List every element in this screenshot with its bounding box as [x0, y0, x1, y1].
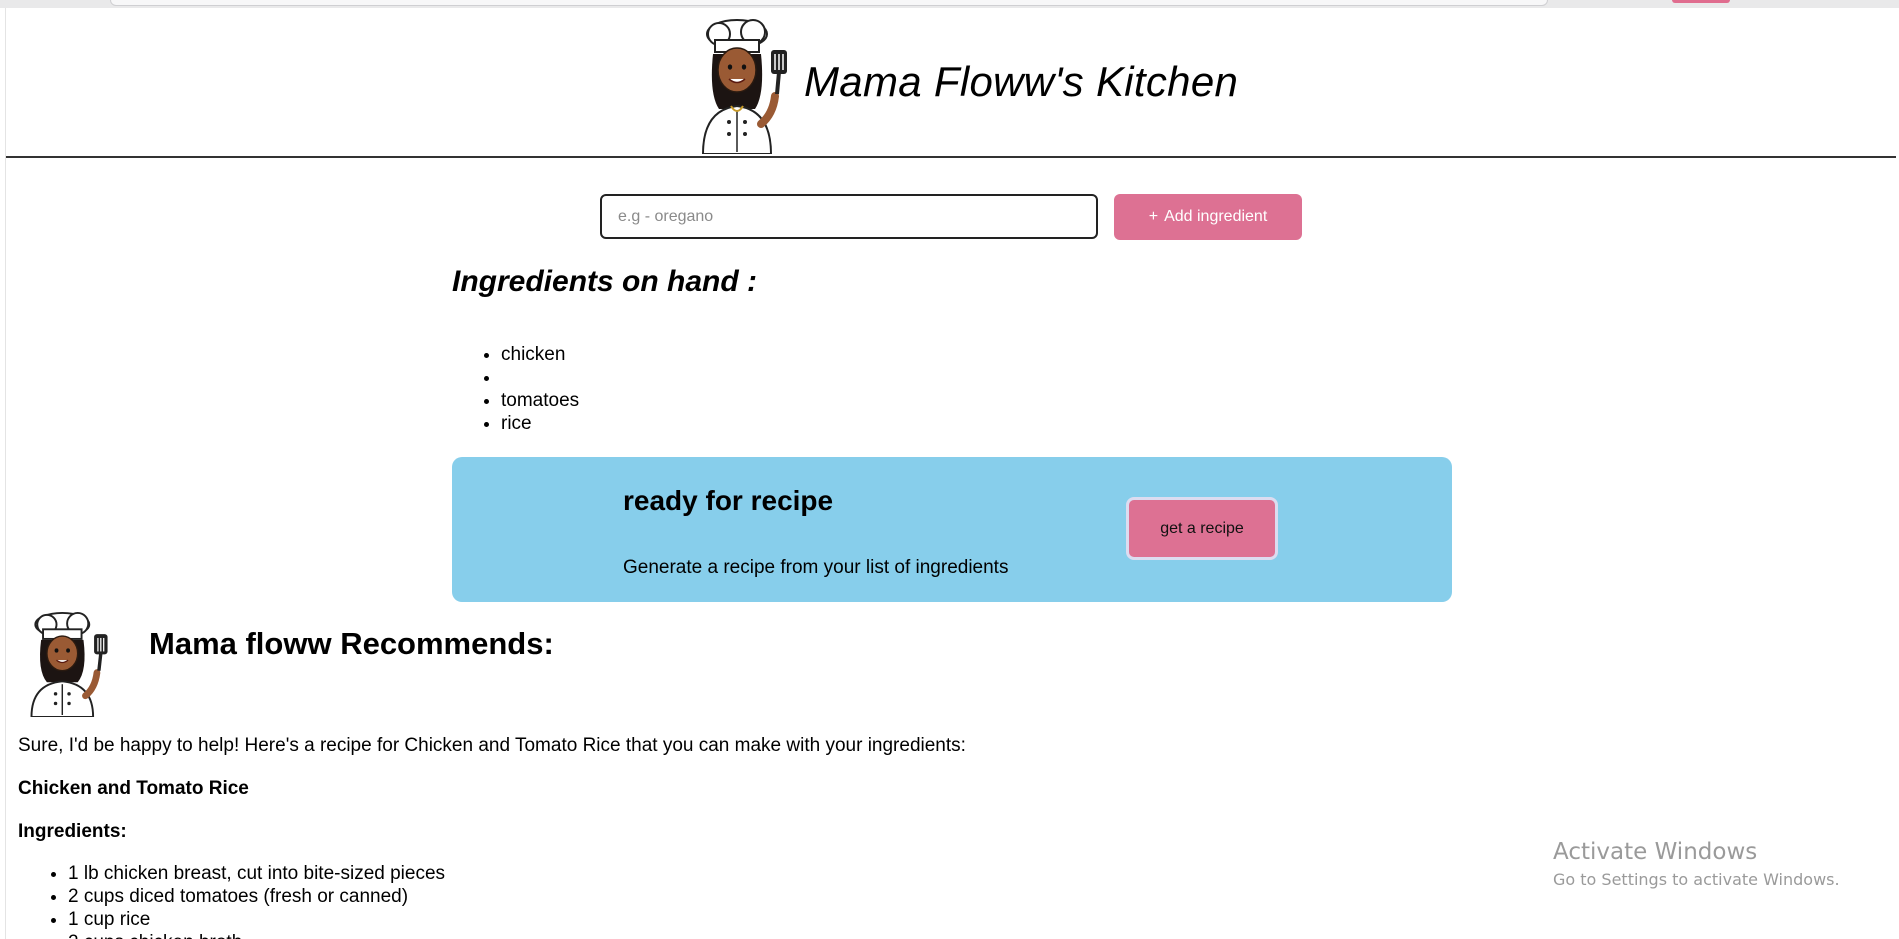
recipe-ingredient-list: 1 lb chicken breast, cut into bite-sized… — [18, 862, 445, 939]
chef-mascot-icon — [30, 611, 108, 717]
site-header: Mama Floww's Kitchen — [6, 8, 1896, 158]
ingredient-input[interactable] — [600, 194, 1098, 239]
watermark-subtitle: Go to Settings to activate Windows. — [1553, 870, 1840, 889]
page: Mama Floww's Kitchen + Add ingredient In… — [5, 8, 1899, 939]
recommendation-heading: Mama floww Recommends: — [149, 626, 554, 661]
recipe-card-heading: ready for recipe — [623, 485, 834, 516]
recipe-ingredient-item: 1 cup rice — [68, 908, 445, 931]
add-ingredient-label: Add ingredient — [1164, 208, 1268, 225]
ingredients-heading: Ingredients on hand : — [452, 265, 757, 298]
recipe-title: Chicken and Tomato Rice — [18, 778, 249, 799]
add-ingredient-button[interactable]: + Add ingredient — [1114, 194, 1302, 240]
recipe-ingredient-item: 2 cups chicken broth — [68, 931, 445, 939]
recipe-card-description: Generate a recipe from your list of ingr… — [623, 557, 1009, 578]
ingredient-item: chicken — [501, 343, 579, 366]
activate-windows-watermark: Activate Windows Go to Settings to activ… — [1553, 838, 1840, 892]
plus-icon: + — [1148, 208, 1159, 225]
get-recipe-card: ready for recipe Generate a recipe from … — [452, 457, 1452, 602]
recipe-ingredient-item: 1 lb chicken breast, cut into bite-sized… — [68, 862, 445, 885]
watermark-title: Activate Windows — [1553, 839, 1758, 865]
browser-toolbar-edge — [0, 0, 1899, 8]
recipe-ingredient-item: 2 cups diced tomatoes (fresh or canned) — [68, 885, 445, 908]
ingredient-list: chicken tomatoes rice — [452, 343, 579, 435]
get-recipe-button[interactable]: get a recipe — [1126, 497, 1278, 560]
recipe-ingredients-label: Ingredients: — [18, 821, 127, 842]
toolbar-accent — [1672, 0, 1730, 3]
address-bar[interactable] — [110, 0, 1548, 6]
recommendation-intro: Sure, I'd be happy to help! Here's a rec… — [18, 735, 966, 756]
ingredient-item: tomatoes — [501, 389, 579, 412]
ingredient-item — [501, 366, 579, 389]
ingredient-item: rice — [501, 412, 579, 435]
site-title: Mama Floww's Kitchen — [804, 58, 1239, 105]
chef-mascot-icon — [701, 19, 787, 154]
browser-window: Mama Floww's Kitchen + Add ingredient In… — [0, 0, 1899, 939]
